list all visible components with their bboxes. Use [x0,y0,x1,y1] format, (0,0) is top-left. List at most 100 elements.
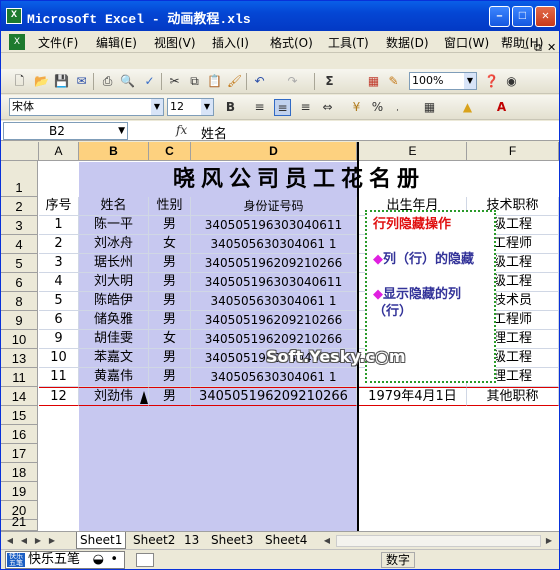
table-cell[interactable]: 刘大明 [79,273,149,292]
table-cell[interactable]: 琚长州 [79,254,149,273]
last-sheet-icon[interactable]: ▶ [46,534,58,547]
maximize-button[interactable]: □ [512,6,533,27]
table-header-cell[interactable]: 姓名 [79,197,149,216]
table-cell[interactable]: 340505630304061 1 [191,292,357,311]
column-header[interactable]: F [467,142,559,161]
row-header[interactable]: 3 [1,216,38,235]
table-cell[interactable]: 男 [149,292,191,311]
sheet-tab[interactable]: Sheet3 [208,532,256,549]
row-header[interactable]: 15 [1,406,38,425]
table-header-cell[interactable]: 性别 [149,197,191,216]
table-cell[interactable]: 12 [39,387,79,406]
table-cell[interactable]: 黄嘉伟 [79,368,149,387]
row-header[interactable]: 2 [1,197,38,216]
table-header-cell[interactable]: 身份证号码 [191,197,357,216]
table-cell[interactable]: 340505196209210266 [191,387,357,406]
permission-icon[interactable]: ✉ [73,73,90,90]
excel-app-icon[interactable]: X [6,8,22,24]
table-cell[interactable]: 1979年4月1日 [359,387,467,406]
chart-wizard-icon[interactable]: ▦ [365,73,382,90]
row-header[interactable]: 21 [1,514,38,531]
fx-icon[interactable]: fx [176,123,187,137]
row-header[interactable]: 14 [1,387,38,406]
table-cell[interactable]: 女 [149,330,191,349]
workbook-icon[interactable]: X [9,34,25,50]
chevron-down-icon[interactable]: ▼ [118,123,125,139]
chevron-down-icon[interactable]: ▼ [201,99,213,115]
zoom-combo[interactable]: 100% ▼ [409,72,477,90]
row-header[interactable]: 9 [1,311,38,330]
table-cell[interactable]: 340505196209210266 [191,254,357,273]
percent-icon[interactable]: % [369,99,386,116]
table-cell[interactable]: 刘冰舟 [79,235,149,254]
menu-data[interactable]: 数据(D) [386,34,429,51]
paste-icon[interactable]: 📋 [206,73,223,90]
table-cell[interactable]: 苯嘉文 [79,349,149,368]
column-header[interactable]: B [79,142,149,161]
table-cell[interactable]: 男 [149,216,191,235]
horizontal-scrollbar[interactable] [336,535,541,547]
table-cell[interactable]: 女 [149,235,191,254]
table-cell[interactable]: 4 [39,273,79,292]
column-header[interactable]: E [359,142,467,161]
row-header[interactable]: 17 [1,444,38,463]
camera-icon[interactable]: ◉ [503,73,520,90]
print-preview-icon[interactable]: 🔍 [119,73,136,90]
menu-edit[interactable]: 编辑(E) [96,34,137,51]
soft-keyboard-icon[interactable] [136,553,154,567]
table-cell[interactable]: 储奂雅 [79,311,149,330]
new-icon[interactable]: 🗋 [11,73,28,90]
align-center-icon[interactable]: ≡ [274,99,291,116]
table-header-cell[interactable]: 序号 [39,197,79,216]
menu-format[interactable]: 格式(O) [270,34,313,51]
table-cell[interactable]: 男 [149,254,191,273]
column-header[interactable]: D [191,142,357,161]
redo-icon[interactable]: ↷ [284,73,301,90]
table-cell[interactable]: 9 [39,330,79,349]
chevron-down-icon[interactable]: ▼ [464,73,476,89]
font-size-combo[interactable]: 12 ▼ [167,98,214,116]
half-width-icon[interactable]: ◒ [93,552,104,568]
row-header[interactable]: 19 [1,482,38,501]
prev-sheet-icon[interactable]: ◀ [18,534,30,547]
currency-icon[interactable]: ¥ [348,99,365,116]
table-cell[interactable]: 其他职称 [467,387,559,406]
row-header[interactable]: 5 [1,254,38,273]
worksheet-grid[interactable]: A B C D E F 1 2 3 4 5 6 8 9 10 13 11 14 … [1,142,559,531]
chevron-down-icon[interactable]: ▼ [151,99,163,115]
close-button[interactable]: ✕ [535,6,556,27]
table-cell[interactable]: 陈一平 [79,216,149,235]
undo-icon[interactable]: ↶ [251,73,268,90]
help-icon[interactable]: ❓ [483,73,500,90]
table-cell[interactable]: 340505196209210266 [191,311,357,330]
name-box[interactable]: B2 ▼ [3,122,128,140]
row-header[interactable]: 8 [1,292,38,311]
column-header[interactable]: C [149,142,191,161]
comma-style-icon[interactable]: , [389,99,406,116]
font-color-icon[interactable]: A [493,99,510,116]
open-icon[interactable]: 📂 [33,73,50,90]
hscroll-left-icon[interactable]: ◀ [321,534,333,547]
align-right-icon[interactable]: ≡ [297,99,314,116]
spelling-icon[interactable]: ✓ [141,73,158,90]
row-header[interactable]: 13 [1,349,38,368]
table-cell[interactable]: 男 [149,368,191,387]
table-cell[interactable]: 6 [39,311,79,330]
punctuation-icon[interactable]: • [110,552,118,568]
doc-restore-icon[interactable]: ⧉ [534,41,542,55]
table-cell[interactable]: 男 [149,311,191,330]
sheet-tab[interactable]: 13 [181,532,202,549]
sheet-tab[interactable]: Sheet4 [262,532,310,549]
table-cell[interactable]: 胡佳雯 [79,330,149,349]
autosum-icon[interactable]: Σ [321,73,338,90]
row-header[interactable]: 16 [1,425,38,444]
cut-icon[interactable]: ✂ [166,73,183,90]
menu-tools[interactable]: 工具(T) [328,34,369,51]
fill-color-icon[interactable]: ▲ [459,99,476,116]
row-header[interactable]: 11 [1,368,38,387]
next-sheet-icon[interactable]: ▶ [32,534,44,547]
table-cell[interactable]: 340505630304061 1 [191,368,357,387]
table-cell[interactable]: 5 [39,292,79,311]
font-combo[interactable]: 宋体 ▼ [9,98,164,116]
table-cell[interactable]: 男 [149,349,191,368]
